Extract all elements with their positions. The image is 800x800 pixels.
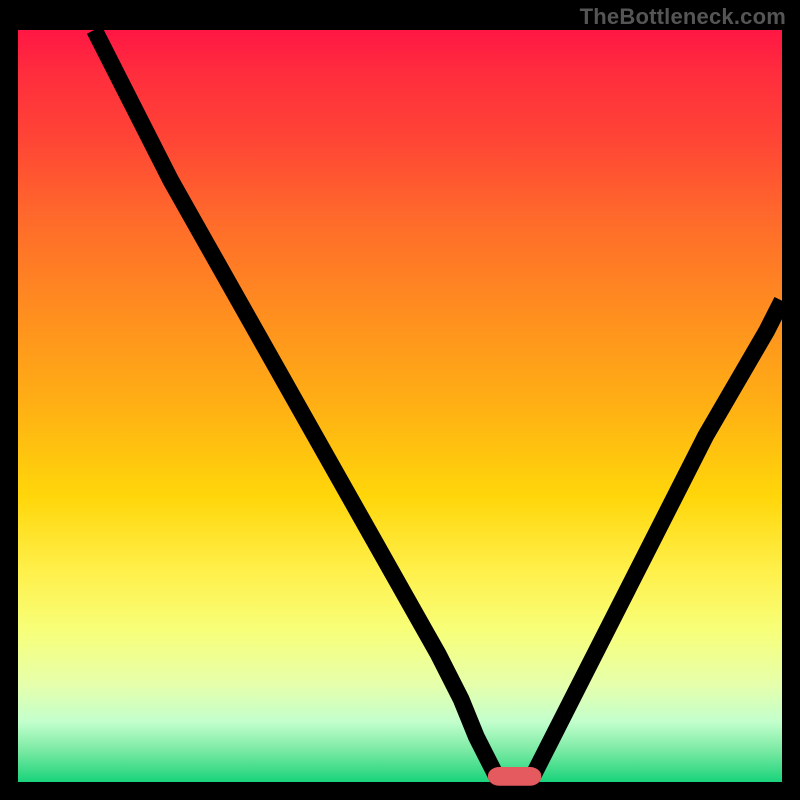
chart-plot-area [18, 30, 782, 782]
chart-stage: TheBottleneck.com [0, 0, 800, 800]
chart-svg [18, 30, 782, 782]
bottleneck-marker [492, 771, 538, 782]
series-curve-right [530, 301, 782, 782]
series-curve-left [94, 30, 499, 782]
watermark-text: TheBottleneck.com [580, 4, 786, 30]
